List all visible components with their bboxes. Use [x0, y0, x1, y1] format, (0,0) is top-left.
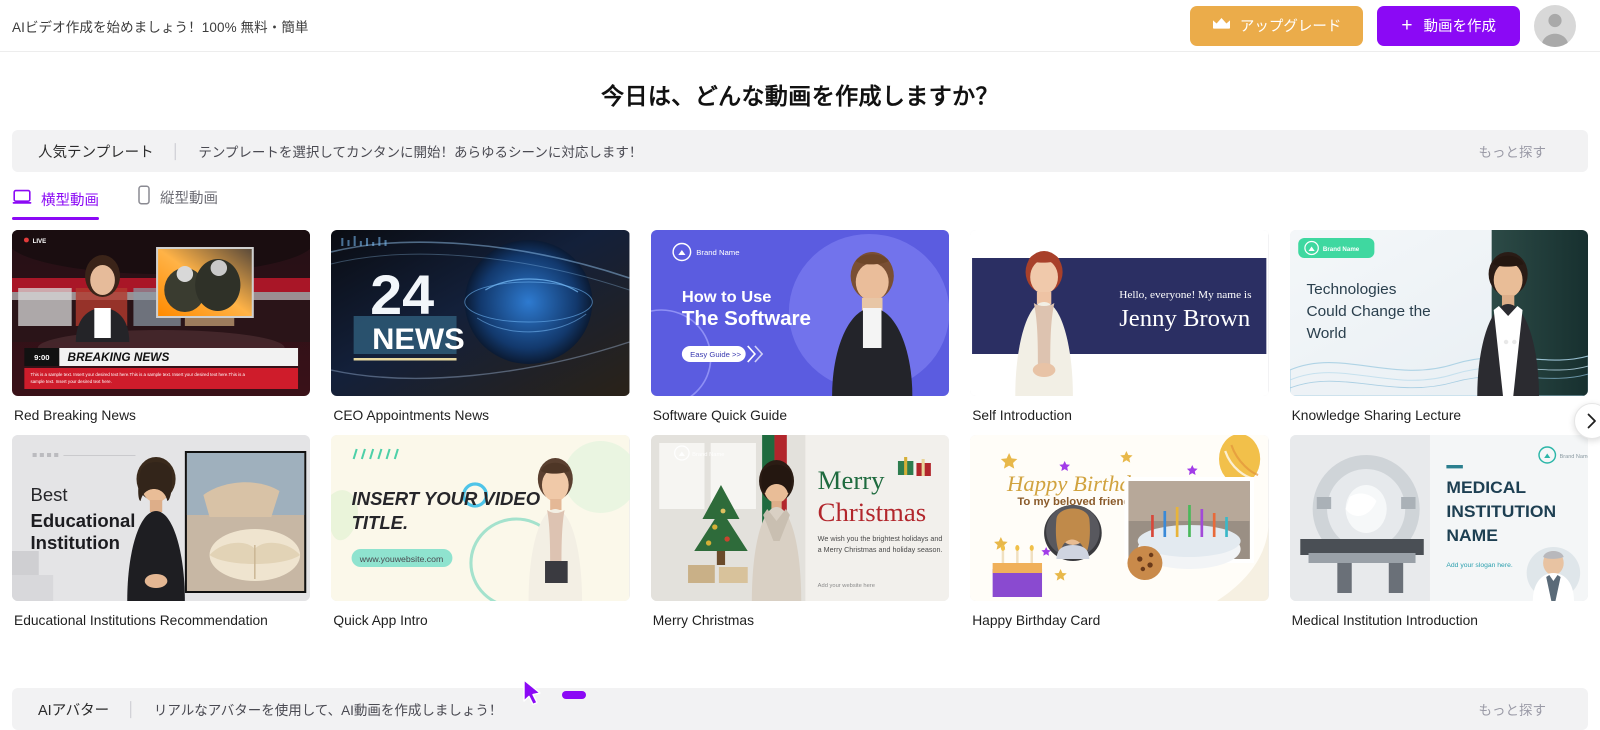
ai-avatar-banner: AIアバター │ リアルなアバターを使用して、AI動画を作成しましょう！ もっと… [12, 688, 1588, 730]
tab-landscape-label: 横型動画 [41, 193, 99, 209]
svg-text:Brand Name: Brand Name [1323, 246, 1360, 253]
quick-app-intro-thumbnail: INSERT YOUR VIDEO TITLE. www.youwebsite.… [331, 435, 630, 601]
template-card[interactable]: Merry Christmas We wish you the brightes… [650, 435, 950, 628]
template-card[interactable]: Brand Name Technologies Could Change the… [1289, 230, 1588, 423]
svg-text:The Software: The Software [682, 308, 811, 330]
bottom-section-title: AIアバター [38, 702, 110, 719]
svg-text:Add your slogan here.: Add your slogan here. [1446, 562, 1513, 569]
svg-text:www.youwebsite.com: www.youwebsite.com [359, 554, 443, 564]
create-video-button[interactable]: + 動画を作成 [1377, 5, 1520, 46]
svg-text:INSTITUTION: INSTITUTION [1446, 501, 1556, 521]
template-title: Educational Institutions Recommendation [14, 613, 268, 628]
section-title: 人気テンプレート [38, 144, 154, 161]
template-title: Medical Institution Introduction [1291, 613, 1478, 628]
svg-text:Christmas: Christmas [817, 498, 925, 527]
svg-text:LIVE: LIVE [33, 238, 47, 245]
template-card[interactable]: 24 NEWS CEO Appointments News [331, 230, 630, 423]
knowledge-sharing-lecture-thumbnail: Brand Name Technologies Could Change the… [1289, 230, 1588, 396]
top-bar: AIビデオ作成を始めましょう！100% 無料・簡単 アップグレード + 動画を作… [0, 0, 1600, 52]
template-card[interactable]: INSERT YOUR VIDEO TITLE. www.youwebsite.… [331, 435, 630, 628]
educational-institutions-thumbnail: Best Educational Institution [12, 435, 311, 601]
svg-text:Add your website here: Add your website here [817, 583, 874, 589]
crown-icon [1212, 17, 1231, 35]
medical-institution-thumbnail: MEDICAL INSTITUTION NAME Add your slogan… [1289, 435, 1588, 601]
template-title: Happy Birthday Card [972, 613, 1101, 628]
svg-text:Best: Best [31, 484, 68, 505]
promo-text: AIビデオ作成を始めましょう！100% 無料・簡単 [12, 19, 309, 35]
svg-text:How to Use: How to Use [682, 288, 772, 306]
template-title: Software Quick Guide [652, 408, 787, 423]
svg-text:Institution: Institution [31, 532, 120, 553]
template-card[interactable]: Brand Name How to Use The Software Easy … [650, 230, 950, 423]
svg-text:We wish you the brightest holi: We wish you the brightest holidays and [817, 535, 942, 543]
svg-text:sample text. Insert your desir: sample text. Insert your desired text he… [31, 379, 112, 384]
template-card[interactable]: Hello, everyone! My name is Jenny Brown … [970, 230, 1269, 423]
svg-text:9:00: 9:00 [34, 353, 49, 362]
avatar[interactable] [1534, 4, 1576, 47]
template-grid: LIVE 9:00 BREAKING NEWS This is a sample… [0, 220, 1600, 628]
section-subtitle: テンプレートを選択してカンタンに開始！あらゆるシーンに対応します！ [198, 145, 643, 160]
user-silhouette-icon [1541, 13, 1569, 47]
svg-text:MEDICAL: MEDICAL [1446, 477, 1526, 497]
chevron-right-icon [1587, 413, 1596, 429]
svg-text:Brand Name: Brand Name [1559, 454, 1588, 460]
merry-christmas-thumbnail: Merry Christmas We wish you the brightes… [650, 435, 950, 601]
plus-icon: + [1401, 15, 1413, 36]
template-title: Merry Christmas [652, 613, 754, 628]
svg-text:Brand Name: Brand Name [692, 452, 724, 458]
tab-portrait-video[interactable]: 縦型動画 [137, 185, 218, 220]
svg-text:Educational: Educational [31, 510, 136, 531]
portrait-video-icon [137, 185, 151, 210]
svg-text:Jenny Brown: Jenny Brown [1119, 305, 1250, 332]
red-breaking-news-thumbnail: LIVE 9:00 BREAKING NEWS This is a sample… [12, 230, 311, 396]
tab-portrait-label: 縦型動画 [160, 191, 218, 207]
svg-text:24: 24 [370, 265, 434, 327]
svg-text:Hello, everyone! My name is: Hello, everyone! My name is [1119, 289, 1251, 301]
self-introduction-thumbnail: Hello, everyone! My name is Jenny Brown [970, 230, 1269, 396]
carousel-next-button[interactable] [1574, 403, 1600, 439]
svg-text:Could Change the: Could Change the [1306, 303, 1430, 320]
svg-text:Easy Guide >>: Easy Guide >> [690, 350, 742, 359]
happy-birthday-card-thumbnail: Happy Birthday To my beloved friend [970, 435, 1269, 601]
ceo-appointments-news-thumbnail: 24 NEWS [331, 230, 630, 396]
landscape-video-icon [12, 189, 32, 210]
cursor-tooltip [562, 691, 586, 699]
cursor-arrow-icon [523, 679, 541, 706]
template-title: CEO Appointments News [333, 408, 490, 423]
template-card[interactable]: Happy Birthday To my beloved friend Happ… [970, 435, 1269, 628]
template-title: Self Introduction [972, 408, 1072, 423]
svg-text:This is a sample text. Insert: This is a sample text. Insert your desir… [31, 372, 246, 377]
svg-text:Merry: Merry [817, 466, 885, 495]
create-video-label: 動画を作成 [1423, 19, 1497, 35]
svg-text:NEWS: NEWS [373, 322, 466, 356]
page-title: 今日は、どんな動画を作成しますか？ [601, 83, 999, 109]
mouse-cursor [520, 678, 586, 712]
template-card[interactable]: MEDICAL INSTITUTION NAME Add your slogan… [1289, 435, 1588, 628]
section-more-link[interactable]: もっと探す [1479, 141, 1571, 161]
template-title: Red Breaking News [14, 408, 136, 423]
upgrade-label: アップグレード [1239, 19, 1342, 35]
svg-text:World: World [1306, 325, 1346, 342]
software-quick-guide-thumbnail: Brand Name How to Use The Software Easy … [650, 230, 950, 396]
tab-landscape-video[interactable]: 横型動画 [12, 189, 99, 220]
popular-templates-banner: 人気テンプレート │ テンプレートを選択してカンタンに開始！あらゆるシーンに対応… [12, 130, 1588, 172]
svg-text:BREAKING NEWS: BREAKING NEWS [68, 351, 170, 364]
template-title: Knowledge Sharing Lecture [1291, 408, 1462, 423]
section-separator: │ [171, 143, 181, 159]
bottom-section-more-link[interactable]: もっと探す [1479, 699, 1571, 719]
topbar-actions: アップグレード + 動画を作成 [1189, 4, 1576, 47]
bottom-section-subtitle: リアルなアバターを使用して、AI動画を作成しましょう！ [153, 703, 503, 718]
bottom-section-separator: │ [127, 701, 136, 717]
svg-text:TITLE.: TITLE. [352, 512, 409, 533]
template-title: Quick App Intro [333, 613, 428, 628]
template-card[interactable]: Best Educational Institution Educational… [12, 435, 311, 628]
svg-text:a Merry Christmas and holiday: a Merry Christmas and holiday season. [817, 546, 942, 554]
video-orientation-tabs: 横型動画 縦型動画 [0, 172, 1600, 220]
svg-text:Brand Name: Brand Name [696, 248, 739, 257]
upgrade-button[interactable]: アップグレード [1189, 5, 1364, 46]
template-card[interactable]: LIVE 9:00 BREAKING NEWS This is a sample… [12, 230, 311, 423]
svg-text:Technologies: Technologies [1306, 281, 1396, 298]
svg-text:NAME: NAME [1446, 525, 1497, 545]
svg-text:INSERT YOUR VIDEO: INSERT YOUR VIDEO [352, 488, 541, 509]
